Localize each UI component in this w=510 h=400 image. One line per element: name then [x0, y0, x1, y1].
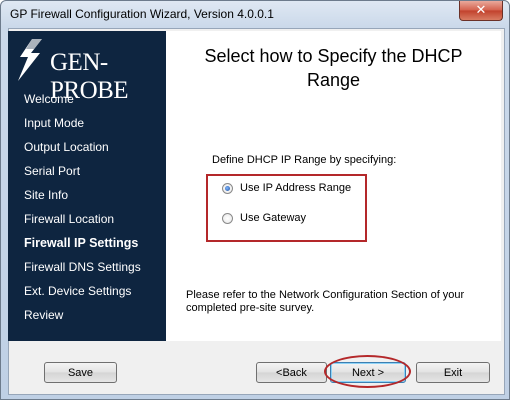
option-gateway[interactable]: Use Gateway — [222, 212, 306, 224]
page-title-line-1: Select how to Specify the DHCP — [204, 46, 463, 66]
sidebar: GEN-PROBE Welcome Input Mode Output Loca… — [8, 31, 166, 341]
survey-note-line-1: Please refer to the Network Configuratio… — [186, 289, 465, 301]
sidebar-item-firewall-location[interactable]: Firewall Location — [24, 212, 114, 226]
option-label: Use IP Address Range — [240, 182, 352, 194]
option-ip-address-range[interactable]: Use IP Address Range — [222, 182, 351, 194]
survey-note-line-2: completed pre-site survey. — [186, 302, 315, 314]
sidebar-item-welcome[interactable]: Welcome — [24, 92, 74, 106]
save-button[interactable]: Save — [44, 362, 117, 383]
page-title: Select how to Specify the DHCP Range — [166, 44, 501, 92]
logo-mark-icon — [18, 39, 42, 81]
gen-probe-logo: GEN-PROBE — [12, 35, 166, 104]
sidebar-item-firewall-dns-settings[interactable]: Firewall DNS Settings — [24, 260, 141, 274]
sidebar-item-serial-port[interactable]: Serial Port — [24, 164, 80, 178]
radio-button-checked[interactable] — [222, 182, 233, 194]
sidebar-item-ext-device-settings[interactable]: Ext. Device Settings — [24, 284, 131, 298]
radio-button-unchecked[interactable] — [222, 212, 233, 224]
content-panel: Select how to Specify the DHCP Range Def… — [166, 31, 501, 341]
sidebar-item-output-location[interactable]: Output Location — [24, 140, 109, 154]
sidebar-item-site-info[interactable]: Site Info — [24, 188, 68, 202]
sidebar-item-review[interactable]: Review — [24, 308, 63, 322]
define-range-label: Define DHCP IP Range by specifying: — [212, 154, 397, 166]
title-bar[interactable]: GP Firewall Configuration Wizard, Versio… — [1, 1, 509, 27]
survey-note: Please refer to the Network Configuratio… — [186, 289, 486, 315]
page-title-line-2: Range — [306, 70, 361, 90]
sidebar-item-input-mode[interactable]: Input Mode — [24, 116, 84, 130]
close-icon: ✕ — [475, 3, 487, 18]
back-button[interactable]: <Back — [256, 362, 327, 383]
sidebar-item-firewall-ip-settings[interactable]: Firewall IP Settings — [24, 236, 138, 250]
next-button[interactable]: Next > — [330, 362, 406, 383]
option-label: Use Gateway — [240, 212, 307, 224]
exit-button[interactable]: Exit — [416, 362, 490, 383]
close-button[interactable]: ✕ — [459, 1, 503, 21]
window-title: GP Firewall Configuration Wizard, Versio… — [10, 7, 274, 21]
